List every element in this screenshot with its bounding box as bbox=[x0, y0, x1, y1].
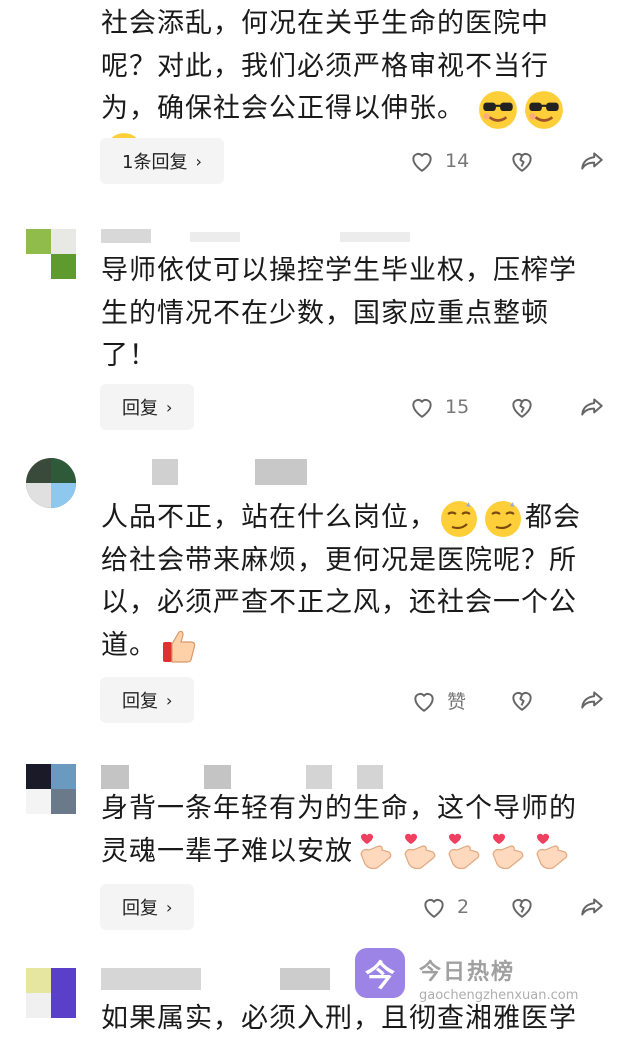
comment-line: 社会添乱，何况在关乎生命的医院中 bbox=[101, 8, 549, 39]
heart-icon bbox=[409, 394, 435, 420]
reply-label: 回复 bbox=[122, 398, 158, 419]
comment-line: 以，必须严查不正之风，还社会一个公 bbox=[101, 587, 577, 618]
comment-line: 呢？对此，我们必须严格审视不当行 bbox=[101, 50, 549, 82]
finger-heart-emoji-icon bbox=[531, 832, 571, 872]
comment-line: 身背一条年轻有为的生命，这个导师的 bbox=[101, 793, 577, 824]
comment-line: 导师依仗可以操控学生毕业权，压榨学 bbox=[101, 255, 577, 286]
chevron-right-icon: › bbox=[195, 151, 202, 171]
username-meta bbox=[204, 765, 231, 789]
share-button[interactable] bbox=[578, 687, 606, 713]
avatar[interactable] bbox=[26, 229, 76, 279]
share-button[interactable] bbox=[578, 394, 606, 420]
share-icon bbox=[578, 894, 606, 920]
username-meta bbox=[306, 765, 332, 789]
comment-line-text: 人品不正，站在什么岗位， bbox=[101, 502, 437, 533]
smirk-emoji-icon bbox=[439, 499, 479, 539]
comment-line: 灵魂一辈子难以安放 bbox=[101, 831, 601, 874]
comment-text: 人品不正，站在什么岗位， 都会 给社会带来麻烦，更何况是医院呢？所 以，必须严查不… bbox=[101, 497, 601, 667]
comment-line-text: 都会 bbox=[525, 502, 581, 533]
reply-button[interactable]: 回复 › bbox=[100, 884, 195, 930]
share-button[interactable] bbox=[578, 894, 606, 920]
finger-heart-emoji-icon bbox=[399, 832, 439, 872]
reply-label: 回复 bbox=[122, 691, 158, 712]
thumbs-up-emoji-icon bbox=[159, 626, 199, 666]
reply-label: 回复 bbox=[122, 898, 158, 919]
cool-emoji-icon bbox=[477, 89, 519, 131]
like-button[interactable]: 赞 bbox=[411, 687, 466, 714]
finger-heart-emoji-icon bbox=[355, 832, 395, 872]
smirk-emoji-icon bbox=[483, 499, 523, 539]
dislike-button[interactable] bbox=[509, 148, 535, 174]
comment-line: 了！ bbox=[101, 340, 157, 371]
like-count: 赞 bbox=[447, 691, 467, 713]
chevron-right-icon: › bbox=[166, 397, 173, 417]
share-icon bbox=[578, 394, 606, 420]
reply-label: 1条回复 bbox=[122, 152, 188, 173]
comment-line-text: 道。 bbox=[101, 629, 157, 661]
broken-heart-icon bbox=[509, 394, 535, 420]
broken-heart-icon bbox=[509, 687, 535, 713]
username[interactable] bbox=[101, 229, 151, 243]
watermark-url: gaochengzhenxuan.com bbox=[419, 988, 579, 1003]
share-icon bbox=[578, 687, 606, 713]
watermark-title: 今日热榜 bbox=[419, 960, 516, 985]
username-meta bbox=[190, 232, 240, 242]
username-meta bbox=[340, 232, 410, 242]
reply-button[interactable]: 回复 › bbox=[100, 384, 195, 430]
dislike-button[interactable] bbox=[509, 394, 535, 420]
comment-line: 人品不正，站在什么岗位， 都会 bbox=[101, 497, 601, 540]
comment-line: 生的情况不在少数，国家应重点整顿 bbox=[101, 297, 549, 329]
comment-line-text: 为，确保社会公正得以伸张。 bbox=[101, 93, 465, 124]
like-count: 15 bbox=[445, 396, 470, 418]
comment-line: 道。 bbox=[101, 625, 601, 668]
like-count: 14 bbox=[445, 150, 470, 172]
heart-icon bbox=[409, 148, 435, 174]
avatar[interactable] bbox=[26, 458, 76, 508]
like-button[interactable]: 14 bbox=[409, 148, 469, 174]
comment-text: 导师依仗可以操控学生毕业权，压榨学 生的情况不在少数，国家应重点整顿 了！ bbox=[101, 250, 601, 378]
like-count: 2 bbox=[457, 896, 470, 918]
finger-heart-emoji-icon bbox=[443, 832, 483, 872]
dislike-button[interactable] bbox=[509, 894, 535, 920]
username-meta bbox=[357, 765, 383, 789]
avatar[interactable] bbox=[26, 764, 76, 814]
like-button[interactable]: 2 bbox=[421, 894, 469, 920]
share-icon bbox=[578, 148, 606, 174]
comment-text: 身背一条年轻有为的生命，这个导师的 灵魂一辈子难以安放 bbox=[101, 788, 601, 873]
broken-heart-icon bbox=[509, 894, 535, 920]
username[interactable] bbox=[101, 765, 129, 789]
watermark-logo-char: 今 bbox=[365, 959, 395, 994]
username-meta bbox=[255, 459, 307, 485]
chevron-right-icon: › bbox=[166, 897, 173, 917]
reply-button[interactable]: 1条回复 › bbox=[100, 138, 224, 184]
chevron-right-icon: › bbox=[166, 690, 173, 710]
watermark-logo-icon: 今 bbox=[355, 948, 405, 998]
avatar[interactable] bbox=[26, 968, 76, 1018]
broken-heart-icon bbox=[509, 148, 535, 174]
comment-line-text: 灵魂一辈子难以安放 bbox=[101, 835, 353, 867]
reply-button[interactable]: 回复 › bbox=[100, 677, 195, 723]
username[interactable] bbox=[152, 459, 178, 485]
cool-emoji-icon bbox=[523, 89, 565, 131]
like-button[interactable]: 15 bbox=[409, 394, 469, 420]
finger-heart-emoji-icon bbox=[487, 832, 527, 872]
heart-icon bbox=[421, 894, 447, 920]
username-meta bbox=[280, 968, 330, 990]
share-button[interactable] bbox=[578, 148, 606, 174]
heart-icon bbox=[411, 688, 437, 714]
watermark: 今 今日热榜 gaochengzhenxuan.com bbox=[355, 948, 615, 1018]
username[interactable] bbox=[101, 968, 201, 990]
comment-line: 给社会带来麻烦，更何况是医院呢？所 bbox=[101, 544, 577, 576]
dislike-button[interactable] bbox=[509, 687, 535, 713]
